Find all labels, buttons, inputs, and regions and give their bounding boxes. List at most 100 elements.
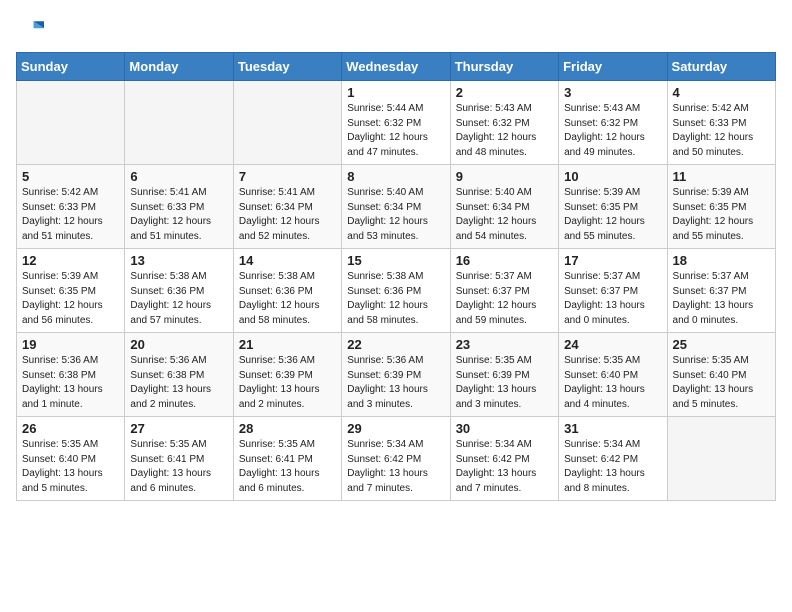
calendar-cell: 31Sunrise: 5:34 AM Sunset: 6:42 PM Dayli… (559, 417, 667, 501)
calendar-cell: 2 Sunrise: 5:43 AM Sunset: 6:32 PM Daylig… (450, 81, 558, 165)
day-number: 22 (347, 337, 444, 352)
day-header-wednesday: Wednesday (342, 53, 450, 81)
day-number: 14 (239, 253, 336, 268)
calendar-cell: 4 Sunrise: 5:42 AM Sunset: 6:33 PM Daylig… (667, 81, 775, 165)
calendar-cell: 25Sunrise: 5:35 AM Sunset: 6:40 PM Dayli… (667, 333, 775, 417)
calendar-cell: 23 Sunrise: 5:35 AM Sunset: 6:39 PM Dayli… (450, 333, 558, 417)
day-number: 13 (130, 253, 227, 268)
day-number: 19 (22, 337, 119, 352)
day-number: 20 (130, 337, 227, 352)
calendar-cell: 3Sunrise: 5:43 AM Sunset: 6:32 PM Daylig… (559, 81, 667, 165)
day-number: 31 (564, 421, 661, 436)
day-info: Sunrise: 5:35 AM Sunset: 6:41 PM Dayligh… (130, 438, 227, 496)
day-info: Sunrise: 5:41 AM Sunset: 6:34 PM Dayligh… (239, 186, 336, 244)
day-info: Sunrise: 5:35 AM Sunset: 6:39 PM Dayligh… (456, 354, 553, 412)
calendar-week-1: 1 Sunrise: 5:44 AM Sunset: 6:32 PM Daylig… (17, 81, 776, 165)
day-number: 18 (673, 253, 770, 268)
calendar-cell: 24Sunrise: 5:35 AM Sunset: 6:40 PM Dayli… (559, 333, 667, 417)
calendar-cell: 27 Sunrise: 5:35 AM Sunset: 6:41 PM Dayli… (125, 417, 233, 501)
calendar-cell: 5 Sunrise: 5:42 AM Sunset: 6:33 PM Daylig… (17, 165, 125, 249)
calendar-cell (233, 81, 341, 165)
calendar-cell (17, 81, 125, 165)
calendar-cell: 21 Sunrise: 5:36 AM Sunset: 6:39 PM Dayli… (233, 333, 341, 417)
day-info: Sunrise: 5:41 AM Sunset: 6:33 PM Dayligh… (130, 186, 227, 244)
day-number: 25 (673, 337, 770, 352)
day-number: 3 (564, 85, 661, 100)
day-number: 1 (347, 85, 444, 100)
calendar-cell: 22 Sunrise: 5:36 AM Sunset: 6:39 PM Dayli… (342, 333, 450, 417)
day-info: Sunrise: 5:40 AM Sunset: 6:34 PM Dayligh… (456, 186, 553, 244)
day-info: Sunrise: 5:37 AM Sunset: 6:37 PM Dayligh… (673, 270, 770, 328)
day-number: 7 (239, 169, 336, 184)
day-header-monday: Monday (125, 53, 233, 81)
day-info: Sunrise: 5:36 AM Sunset: 6:39 PM Dayligh… (239, 354, 336, 412)
day-number: 16 (456, 253, 553, 268)
day-number: 17 (564, 253, 661, 268)
calendar-cell: 12 Sunrise: 5:39 AM Sunset: 6:35 PM Dayli… (17, 249, 125, 333)
day-info: Sunrise: 5:43 AM Sunset: 6:32 PM Dayligh… (456, 102, 553, 160)
calendar-cell: 20 Sunrise: 5:36 AM Sunset: 6:38 PM Dayli… (125, 333, 233, 417)
day-number: 10 (564, 169, 661, 184)
calendar-week-5: 26 Sunrise: 5:35 AM Sunset: 6:40 PM Dayli… (17, 417, 776, 501)
day-info: Sunrise: 5:37 AM Sunset: 6:37 PM Dayligh… (456, 270, 553, 328)
day-number: 5 (22, 169, 119, 184)
calendar-cell: 17 Sunrise: 5:37 AM Sunset: 6:37 PM Dayli… (559, 249, 667, 333)
calendar-cell: 14 Sunrise: 5:38 AM Sunset: 6:36 PM Dayli… (233, 249, 341, 333)
day-number: 2 (456, 85, 553, 100)
calendar-cell: 16 Sunrise: 5:37 AM Sunset: 6:37 PM Dayli… (450, 249, 558, 333)
day-header-friday: Friday (559, 53, 667, 81)
logo-icon (16, 16, 44, 44)
day-number: 11 (673, 169, 770, 184)
day-number: 9 (456, 169, 553, 184)
day-info: Sunrise: 5:37 AM Sunset: 6:37 PM Dayligh… (564, 270, 661, 328)
day-number: 12 (22, 253, 119, 268)
calendar-cell: 28 Sunrise: 5:35 AM Sunset: 6:41 PM Dayli… (233, 417, 341, 501)
day-info: Sunrise: 5:39 AM Sunset: 6:35 PM Dayligh… (22, 270, 119, 328)
day-number: 24 (564, 337, 661, 352)
day-number: 26 (22, 421, 119, 436)
calendar-table: SundayMondayTuesdayWednesdayThursdayFrid… (16, 52, 776, 501)
day-info: Sunrise: 5:35 AM Sunset: 6:40 PM Dayligh… (22, 438, 119, 496)
day-number: 30 (456, 421, 553, 436)
calendar-cell: 29Sunrise: 5:34 AM Sunset: 6:42 PM Dayli… (342, 417, 450, 501)
calendar-week-3: 12 Sunrise: 5:39 AM Sunset: 6:35 PM Dayli… (17, 249, 776, 333)
calendar-week-2: 5 Sunrise: 5:42 AM Sunset: 6:33 PM Daylig… (17, 165, 776, 249)
day-number: 27 (130, 421, 227, 436)
calendar-cell: 13Sunrise: 5:38 AM Sunset: 6:36 PM Dayli… (125, 249, 233, 333)
day-number: 28 (239, 421, 336, 436)
calendar-cell: 6Sunrise: 5:41 AM Sunset: 6:33 PM Daylig… (125, 165, 233, 249)
day-info: Sunrise: 5:35 AM Sunset: 6:41 PM Dayligh… (239, 438, 336, 496)
day-number: 15 (347, 253, 444, 268)
page-header (16, 16, 776, 44)
day-number: 4 (673, 85, 770, 100)
day-header-thursday: Thursday (450, 53, 558, 81)
day-number: 8 (347, 169, 444, 184)
day-info: Sunrise: 5:44 AM Sunset: 6:32 PM Dayligh… (347, 102, 444, 160)
day-info: Sunrise: 5:38 AM Sunset: 6:36 PM Dayligh… (239, 270, 336, 328)
calendar-cell: 10 Sunrise: 5:39 AM Sunset: 6:35 PM Dayli… (559, 165, 667, 249)
day-info: Sunrise: 5:40 AM Sunset: 6:34 PM Dayligh… (347, 186, 444, 244)
day-header-saturday: Saturday (667, 53, 775, 81)
calendar-cell (125, 81, 233, 165)
calendar-cell: 19 Sunrise: 5:36 AM Sunset: 6:38 PM Dayli… (17, 333, 125, 417)
day-header-sunday: Sunday (17, 53, 125, 81)
day-info: Sunrise: 5:39 AM Sunset: 6:35 PM Dayligh… (564, 186, 661, 244)
day-info: Sunrise: 5:42 AM Sunset: 6:33 PM Dayligh… (673, 102, 770, 160)
day-info: Sunrise: 5:42 AM Sunset: 6:33 PM Dayligh… (22, 186, 119, 244)
day-info: Sunrise: 5:36 AM Sunset: 6:38 PM Dayligh… (22, 354, 119, 412)
day-number: 21 (239, 337, 336, 352)
day-info: Sunrise: 5:36 AM Sunset: 6:39 PM Dayligh… (347, 354, 444, 412)
calendar-header-row: SundayMondayTuesdayWednesdayThursdayFrid… (17, 53, 776, 81)
day-info: Sunrise: 5:39 AM Sunset: 6:35 PM Dayligh… (673, 186, 770, 244)
calendar-cell: 1 Sunrise: 5:44 AM Sunset: 6:32 PM Daylig… (342, 81, 450, 165)
day-info: Sunrise: 5:36 AM Sunset: 6:38 PM Dayligh… (130, 354, 227, 412)
calendar-cell: 8 Sunrise: 5:40 AM Sunset: 6:34 PM Daylig… (342, 165, 450, 249)
calendar-cell: 7 Sunrise: 5:41 AM Sunset: 6:34 PM Daylig… (233, 165, 341, 249)
day-header-tuesday: Tuesday (233, 53, 341, 81)
day-number: 23 (456, 337, 553, 352)
day-info: Sunrise: 5:38 AM Sunset: 6:36 PM Dayligh… (347, 270, 444, 328)
calendar-cell: 30 Sunrise: 5:34 AM Sunset: 6:42 PM Dayli… (450, 417, 558, 501)
logo (16, 16, 48, 44)
calendar-cell: 11 Sunrise: 5:39 AM Sunset: 6:35 PM Dayli… (667, 165, 775, 249)
day-info: Sunrise: 5:34 AM Sunset: 6:42 PM Dayligh… (456, 438, 553, 496)
